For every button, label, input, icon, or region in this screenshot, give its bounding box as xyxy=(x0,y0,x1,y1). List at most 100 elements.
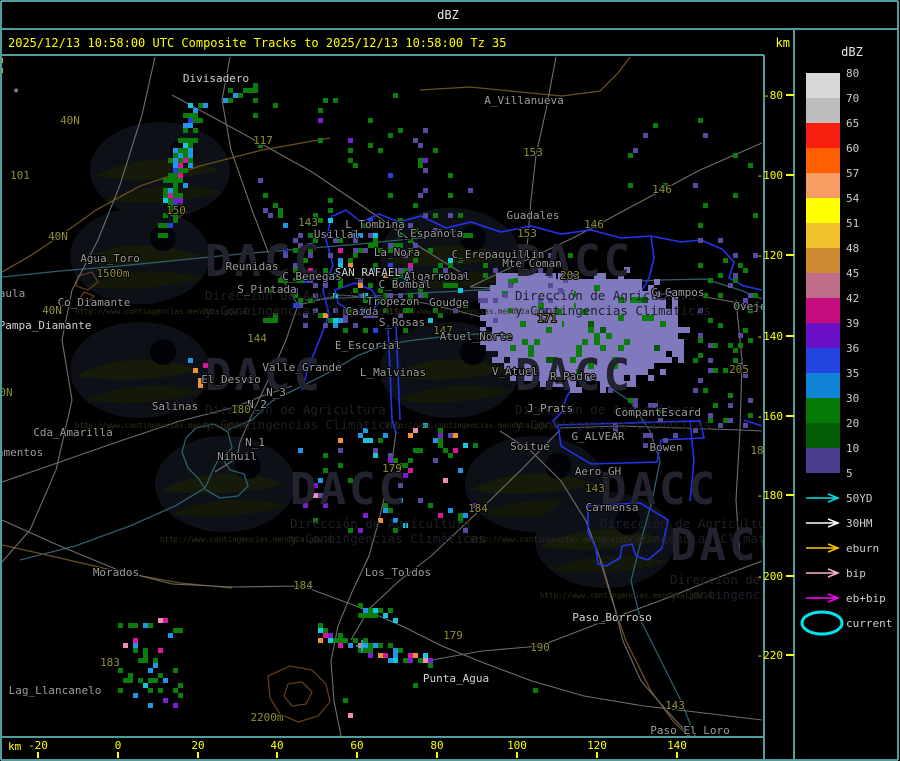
status-text: 2025/12/13 10:58:00 UTC Composite Tracks… xyxy=(8,36,507,50)
radar-pixel xyxy=(123,678,128,683)
radar-pixel xyxy=(478,298,483,303)
radar-pixel xyxy=(188,118,193,123)
radar-pixel xyxy=(348,258,353,263)
radar-pixel xyxy=(642,321,648,327)
radar-pixel xyxy=(413,138,418,143)
radar-pixel xyxy=(373,238,378,243)
radar-pixel xyxy=(368,613,373,618)
y-axis-unit: km xyxy=(776,36,790,50)
radar-pixel xyxy=(273,203,278,208)
radar-pixel xyxy=(713,343,718,348)
radar-pixel xyxy=(496,273,502,279)
radar-pixel xyxy=(423,213,428,218)
legend-label: bip xyxy=(846,567,866,580)
radar-pixel xyxy=(678,351,684,357)
radar-pixel xyxy=(238,93,243,98)
radar-pixel xyxy=(173,218,178,223)
radar-pixel xyxy=(278,213,283,218)
radar-pixel xyxy=(128,673,133,678)
radar-pixel xyxy=(463,233,468,238)
scale-color-block xyxy=(806,248,840,273)
radar-pixel xyxy=(353,253,358,258)
radar-pixel xyxy=(666,339,672,345)
radar-pixel xyxy=(373,643,378,648)
radar-pixel xyxy=(698,353,703,358)
radar-pixel xyxy=(468,188,473,193)
radar-pixel xyxy=(163,233,168,238)
radar-pixel xyxy=(368,118,373,123)
radar-pixel xyxy=(703,388,708,393)
map-label: E_Escorial xyxy=(335,339,401,352)
radar-pixel xyxy=(516,339,522,345)
map-label: Punta_Agua xyxy=(423,672,489,685)
radar-pixel xyxy=(636,339,642,345)
radar-pixel xyxy=(748,293,753,298)
radar-pixel xyxy=(418,193,423,198)
radar-pixel xyxy=(173,668,178,673)
radar-pixel xyxy=(648,327,654,333)
map-label: 150 xyxy=(166,204,186,217)
radar-pixel xyxy=(642,345,648,351)
radar-pixel xyxy=(723,418,728,423)
radar-pixel xyxy=(478,291,484,297)
eye-pupil xyxy=(150,339,176,365)
map-label: 179 xyxy=(443,629,463,642)
radar-pixel xyxy=(143,683,148,688)
x-tick-label: 60 xyxy=(350,739,363,752)
radar-pixel xyxy=(323,453,328,458)
radar-pixel xyxy=(540,339,546,345)
radar-pixel xyxy=(188,358,193,363)
radar-pixel xyxy=(133,648,138,653)
radar-pixel xyxy=(486,345,492,351)
radar-pixel xyxy=(678,345,684,351)
radar-pixel xyxy=(648,363,654,369)
radar-pixel xyxy=(338,248,343,253)
radar-pixel xyxy=(363,613,368,618)
radar-pixel xyxy=(228,98,233,103)
radar-pixel xyxy=(163,698,168,703)
map-label: Aero_GH xyxy=(575,465,621,478)
radar-pixel xyxy=(183,168,188,173)
radar-pixel xyxy=(358,613,363,618)
legend-label: eb+bip xyxy=(846,592,886,605)
radar-pixel xyxy=(283,223,288,228)
scale-color-block xyxy=(806,448,840,473)
radar-pixel xyxy=(178,138,183,143)
radar-pixel xyxy=(533,688,538,693)
scale-color-block xyxy=(806,273,840,298)
map-label: CompantEscard xyxy=(615,406,701,419)
radar-pixel xyxy=(418,448,423,453)
y-tick-label: -200 xyxy=(757,570,784,583)
radar-pixel xyxy=(642,357,648,363)
radar-pixel xyxy=(633,148,638,153)
radar-pixel xyxy=(168,223,173,228)
scale-value-label: 5 xyxy=(846,467,853,480)
radar-pixel xyxy=(388,193,393,198)
radar-pixel xyxy=(508,321,514,327)
radar-pixel xyxy=(148,703,153,708)
map-label: 205 xyxy=(729,363,749,376)
radar-pixel xyxy=(138,678,143,683)
radar-pixel xyxy=(158,233,163,238)
radar-pixel xyxy=(348,713,353,718)
scale-color-block xyxy=(806,148,840,173)
radar-pixel xyxy=(600,333,606,339)
radar-pixel xyxy=(123,643,128,648)
radar-pixel xyxy=(570,321,576,327)
map-label: Goudge xyxy=(429,296,469,309)
radar-pixel xyxy=(672,345,678,351)
y-tick-label: -220 xyxy=(757,649,784,662)
radar-pixel xyxy=(594,339,600,345)
radar-pixel xyxy=(333,638,338,643)
radar-pixel xyxy=(128,623,133,628)
map-label: R_Padre xyxy=(550,370,596,383)
radar-pixel xyxy=(263,318,268,323)
radar-pixel xyxy=(508,297,514,303)
radar-pixel xyxy=(643,443,648,448)
dacc-eye-logo xyxy=(90,122,230,218)
radar-pixel xyxy=(183,113,188,118)
radar-pixel xyxy=(148,623,153,628)
map-label: Valle_Grande xyxy=(262,361,341,374)
radar-pixel xyxy=(483,298,488,303)
radar-pixel xyxy=(458,288,463,293)
